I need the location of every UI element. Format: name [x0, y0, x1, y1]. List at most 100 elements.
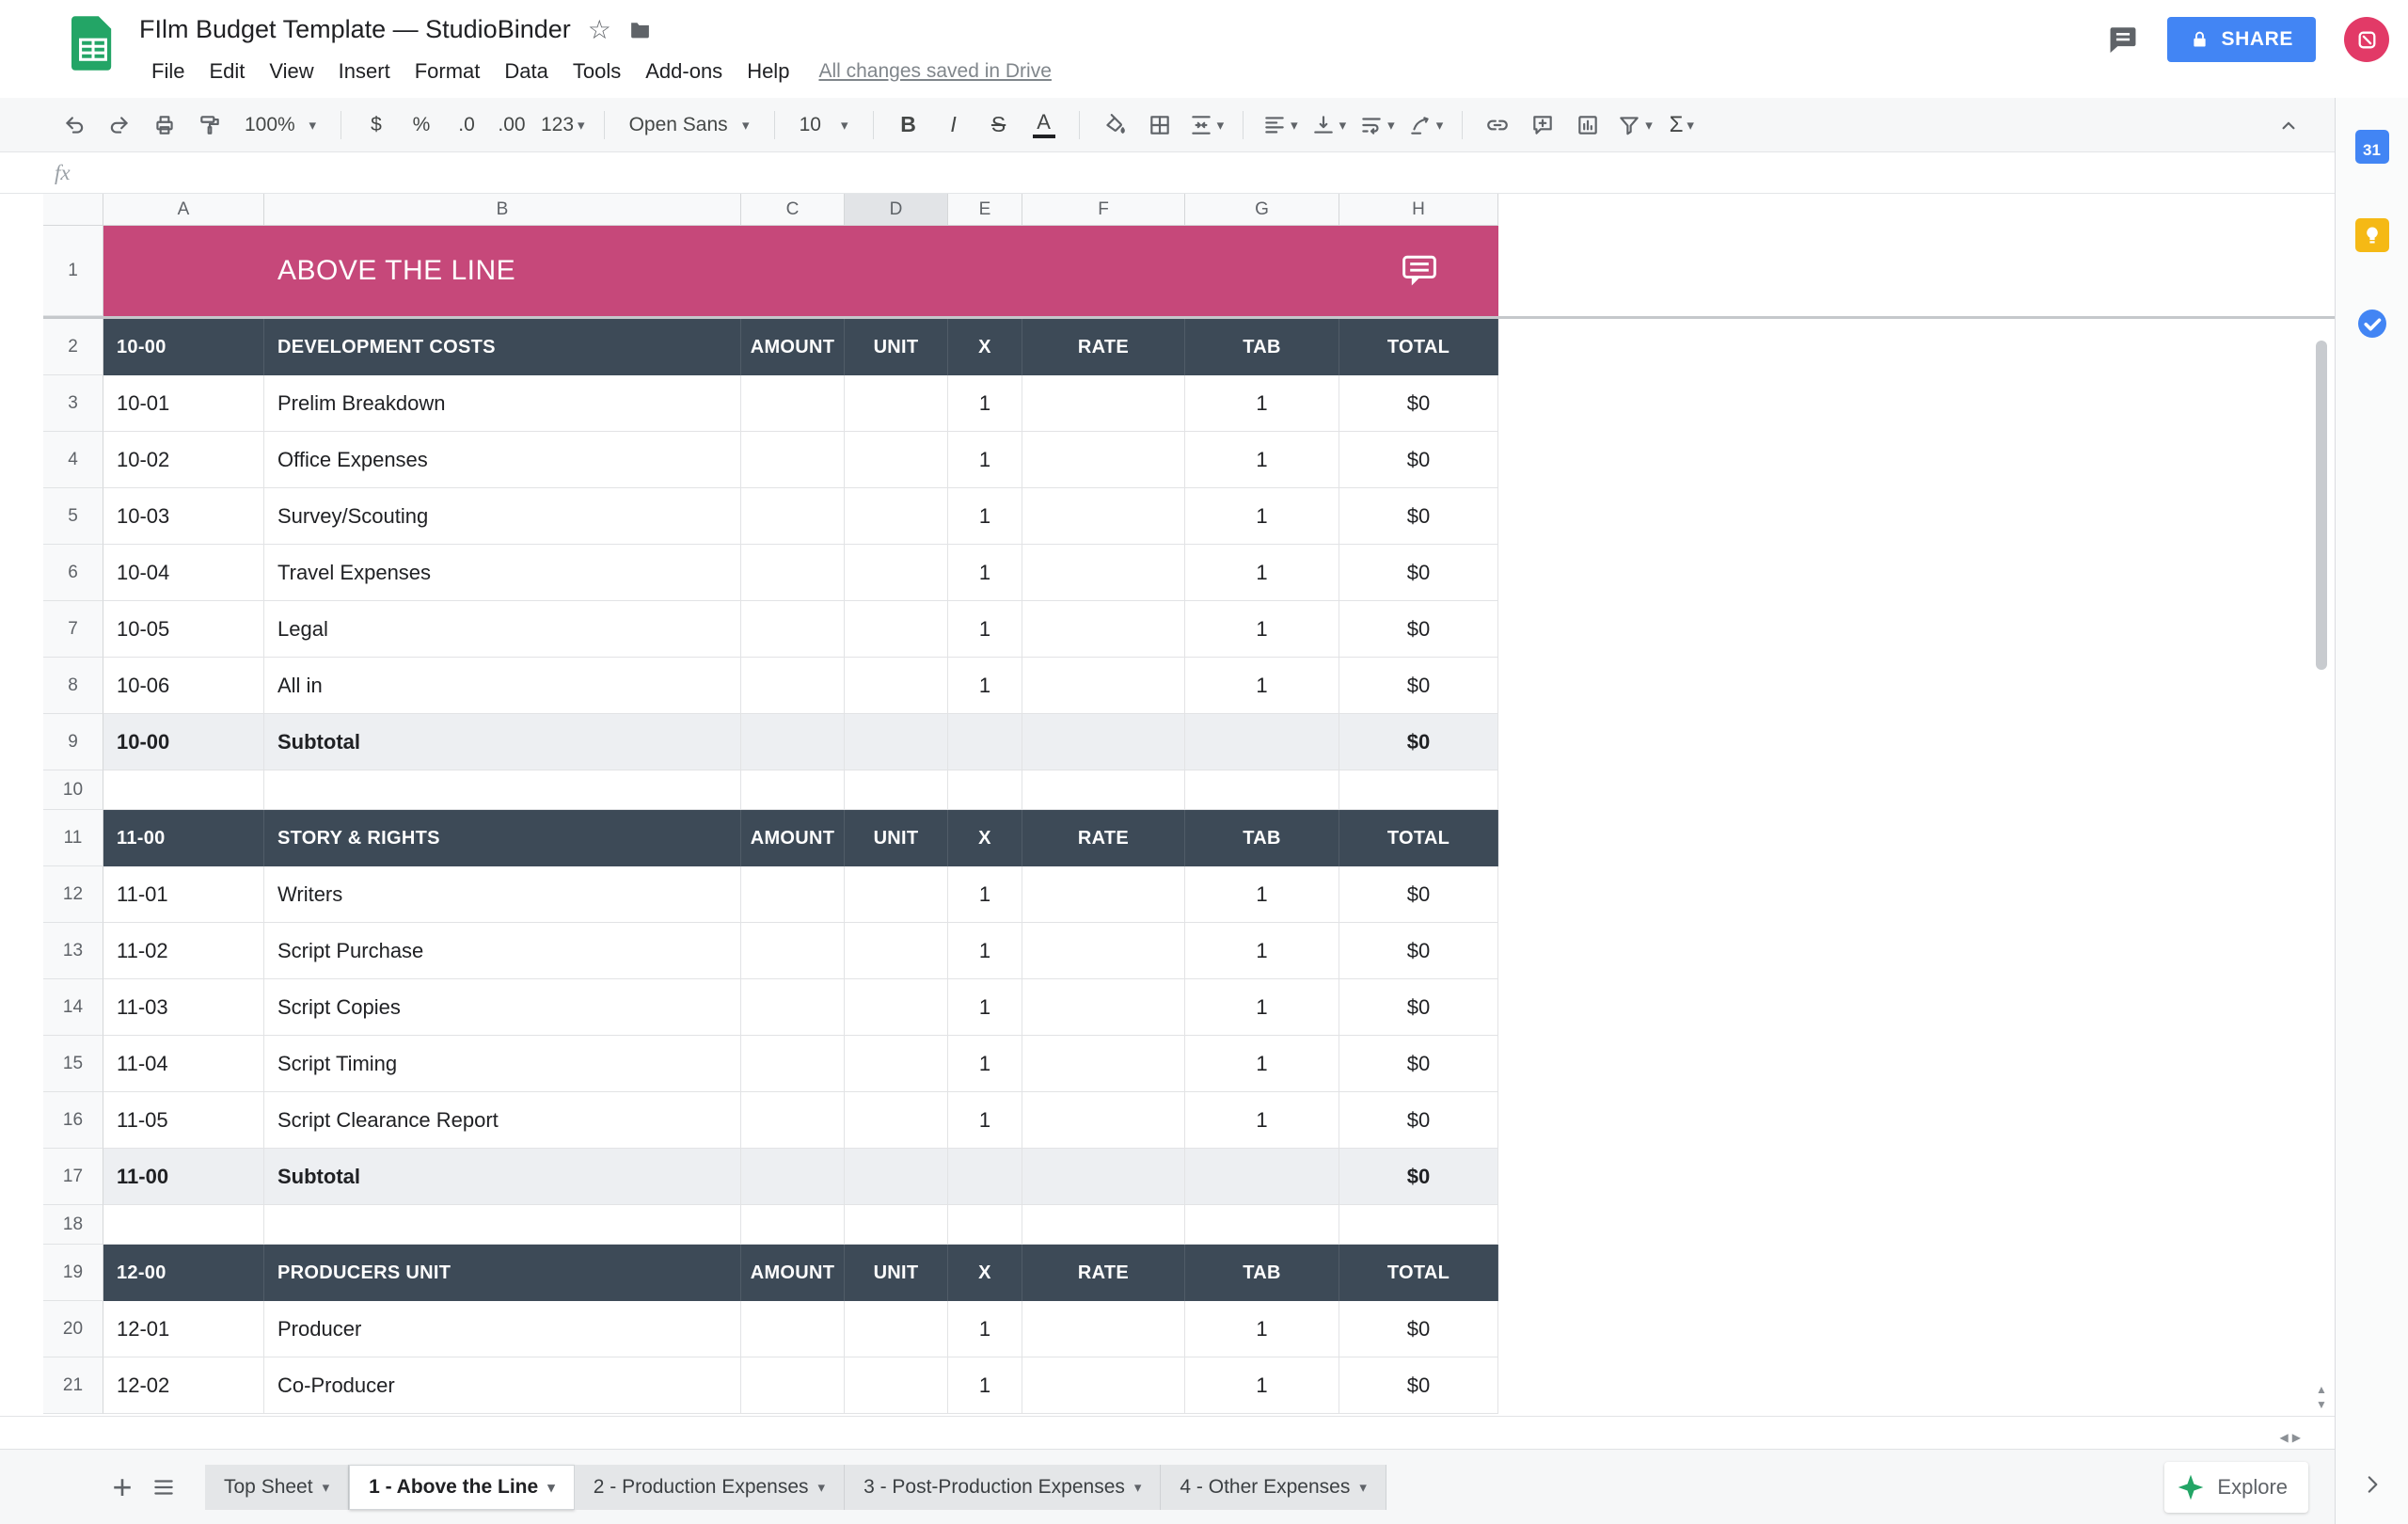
- cell-f9[interactable]: [1022, 714, 1185, 770]
- row-number-12[interactable]: 12: [43, 866, 103, 923]
- cell-h17[interactable]: $0: [1339, 1149, 1498, 1205]
- cell-g10[interactable]: [1185, 770, 1339, 810]
- keep-icon[interactable]: [2355, 218, 2389, 252]
- explore-button[interactable]: Explore: [2164, 1462, 2308, 1513]
- redo-button[interactable]: [98, 103, 141, 147]
- cell-b8[interactable]: All in: [264, 658, 741, 714]
- row-number-13[interactable]: 13: [43, 923, 103, 979]
- sheet-tab-top-sheet[interactable]: Top Sheet▾: [205, 1465, 349, 1510]
- cell-h8[interactable]: $0: [1339, 658, 1498, 714]
- cell-h5[interactable]: $0: [1339, 488, 1498, 545]
- cell-a14[interactable]: 11-03: [103, 979, 264, 1036]
- menu-file[interactable]: File: [139, 54, 197, 89]
- row-number-19[interactable]: 19: [43, 1245, 103, 1301]
- section-title-story-rights[interactable]: STORY & RIGHTS: [264, 810, 741, 866]
- cell-e14[interactable]: 1: [948, 979, 1022, 1036]
- section-colhead-total-19[interactable]: TOTAL: [1339, 1245, 1498, 1301]
- row-number-7[interactable]: 7: [43, 601, 103, 658]
- add-sheet-button[interactable]: +: [102, 1467, 143, 1508]
- section-colhead-tab-2[interactable]: TAB: [1185, 319, 1339, 375]
- cell-h10[interactable]: [1339, 770, 1498, 810]
- row-number-20[interactable]: 20: [43, 1301, 103, 1357]
- undo-button[interactable]: [53, 103, 96, 147]
- row-number-3[interactable]: 3: [43, 375, 103, 432]
- cell-g9[interactable]: [1185, 714, 1339, 770]
- cell-a3[interactable]: 10-01: [103, 375, 264, 432]
- cell-d8[interactable]: [845, 658, 948, 714]
- cell-d10[interactable]: [845, 770, 948, 810]
- strikethrough-button[interactable]: S: [977, 103, 1021, 147]
- cell-a20[interactable]: 12-01: [103, 1301, 264, 1357]
- cell-h21[interactable]: $0: [1339, 1357, 1498, 1414]
- column-header-f[interactable]: F: [1022, 194, 1185, 226]
- cell-h15[interactable]: $0: [1339, 1036, 1498, 1092]
- bold-button[interactable]: B: [887, 103, 930, 147]
- cell-g17[interactable]: [1185, 1149, 1339, 1205]
- cell-e15[interactable]: 1: [948, 1036, 1022, 1092]
- section-colhead-rate-19[interactable]: RATE: [1022, 1245, 1185, 1301]
- document-title[interactable]: FIlm Budget Template — StudioBinder: [139, 15, 571, 44]
- cell-b17[interactable]: Subtotal: [264, 1149, 741, 1205]
- paint-format-button[interactable]: [188, 103, 231, 147]
- cell-e6[interactable]: 1: [948, 545, 1022, 601]
- cell-g21[interactable]: 1: [1185, 1357, 1339, 1414]
- cell-a15[interactable]: 11-04: [103, 1036, 264, 1092]
- cell-d14[interactable]: [845, 979, 948, 1036]
- cell-c5[interactable]: [741, 488, 845, 545]
- section-colhead-amount-11[interactable]: AMOUNT: [741, 810, 845, 866]
- cell-d21[interactable]: [845, 1357, 948, 1414]
- section-colhead-rate-11[interactable]: RATE: [1022, 810, 1185, 866]
- section-colhead-tab-11[interactable]: TAB: [1185, 810, 1339, 866]
- scroll-up-icon[interactable]: ▲: [2316, 1383, 2327, 1396]
- chevron-down-icon[interactable]: ▾: [1359, 1479, 1367, 1496]
- above-the-line-banner[interactable]: ABOVE THE LINE: [103, 226, 1498, 316]
- section-colhead-unit-2[interactable]: UNIT: [845, 319, 948, 375]
- fill-color-button[interactable]: [1093, 103, 1136, 147]
- select-all-corner[interactable]: [43, 194, 103, 226]
- cell-d17[interactable]: [845, 1149, 948, 1205]
- section-colhead-amount-19[interactable]: AMOUNT: [741, 1245, 845, 1301]
- section-colhead-x-11[interactable]: X: [948, 810, 1022, 866]
- cell-a5[interactable]: 10-03: [103, 488, 264, 545]
- cell-a6[interactable]: 10-04: [103, 545, 264, 601]
- cell-d6[interactable]: [845, 545, 948, 601]
- font-size-dropdown[interactable]: 10 ▾: [788, 103, 860, 147]
- section-colhead-x-19[interactable]: X: [948, 1245, 1022, 1301]
- cell-a8[interactable]: 10-06: [103, 658, 264, 714]
- cell-c18[interactable]: [741, 1205, 845, 1245]
- scroll-down-icon[interactable]: ▼: [2316, 1398, 2327, 1411]
- section-colhead-tab-19[interactable]: TAB: [1185, 1245, 1339, 1301]
- menu-data[interactable]: Data: [492, 54, 560, 89]
- cell-e4[interactable]: 1: [948, 432, 1022, 488]
- cell-a17[interactable]: 11-00: [103, 1149, 264, 1205]
- section-colhead-x-2[interactable]: X: [948, 319, 1022, 375]
- row-number-14[interactable]: 14: [43, 979, 103, 1036]
- column-header-b[interactable]: B: [264, 194, 741, 226]
- cell-h9[interactable]: $0: [1339, 714, 1498, 770]
- horizontal-align-dropdown[interactable]: ▾: [1257, 103, 1304, 147]
- cell-g13[interactable]: 1: [1185, 923, 1339, 979]
- print-button[interactable]: [143, 103, 186, 147]
- comment-history-icon[interactable]: [2107, 24, 2139, 56]
- cell-b7[interactable]: Legal: [264, 601, 741, 658]
- cell-d15[interactable]: [845, 1036, 948, 1092]
- row-number-8[interactable]: 8: [43, 658, 103, 714]
- cell-d12[interactable]: [845, 866, 948, 923]
- section-code-19[interactable]: 12-00: [103, 1245, 264, 1301]
- cell-c9[interactable]: [741, 714, 845, 770]
- cell-c15[interactable]: [741, 1036, 845, 1092]
- cell-b10[interactable]: [264, 770, 741, 810]
- vertical-align-dropdown[interactable]: ▾: [1306, 103, 1353, 147]
- collapse-toolbar-button[interactable]: [2267, 103, 2310, 147]
- vertical-scrollbar-thumb[interactable]: [2316, 341, 2327, 670]
- cell-c6[interactable]: [741, 545, 845, 601]
- italic-button[interactable]: I: [932, 103, 975, 147]
- cell-e18[interactable]: [948, 1205, 1022, 1245]
- cell-g14[interactable]: 1: [1185, 979, 1339, 1036]
- menu-tools[interactable]: Tools: [561, 54, 633, 89]
- star-icon[interactable]: ☆: [588, 14, 611, 45]
- column-header-g[interactable]: G: [1185, 194, 1339, 226]
- cell-c21[interactable]: [741, 1357, 845, 1414]
- cell-f6[interactable]: [1022, 545, 1185, 601]
- cell-b20[interactable]: Producer: [264, 1301, 741, 1357]
